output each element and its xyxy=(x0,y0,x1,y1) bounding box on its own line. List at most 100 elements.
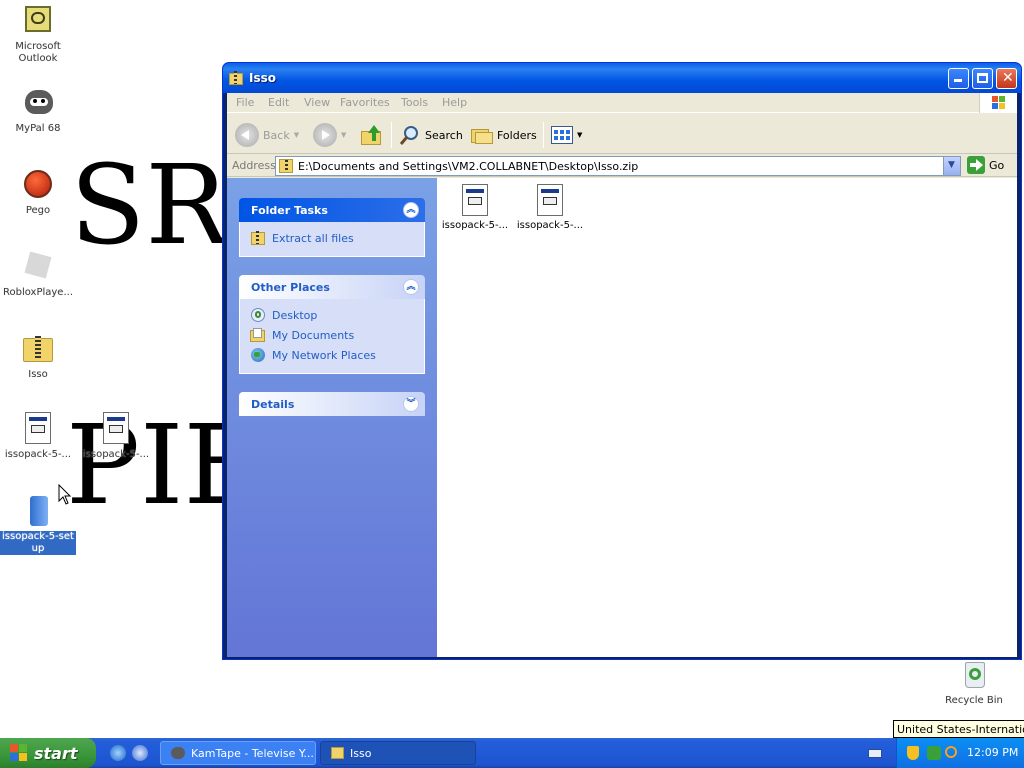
chevron-down-icon: ▼ xyxy=(948,160,955,170)
menu-bar: File Edit View Favorites Tools Help xyxy=(227,93,1017,113)
desktop-icon-label: Pego xyxy=(25,205,51,216)
my-network-places-link[interactable]: My Network Places xyxy=(250,345,414,365)
desktop-icon-recycle-bin[interactable]: Recycle Bin xyxy=(936,658,1012,707)
zip-folder-icon xyxy=(21,332,55,366)
other-places-panel: Other Places ︽ Desktop My Documents My N… xyxy=(239,275,425,374)
my-documents-link[interactable]: My Documents xyxy=(250,325,414,345)
language-tooltip: United States-International xyxy=(893,720,1024,738)
menu-tools[interactable]: Tools xyxy=(401,96,428,109)
back-button[interactable]: Back ▼ xyxy=(235,122,299,148)
toolbar: Back ▼ ▼ Search Folders ▼ xyxy=(227,114,1017,154)
file-label: issopack-5-... xyxy=(441,220,509,231)
taskbar-button-kamtape[interactable]: KamTape - Televise Y... xyxy=(160,741,316,765)
address-input[interactable]: E:\Documents and Settings\VM2.COLLABNET\… xyxy=(275,156,961,176)
search-icon[interactable] xyxy=(945,746,957,758)
search-button[interactable]: Search xyxy=(399,122,463,148)
address-path: E:\Documents and Settings\VM2.COLLABNET\… xyxy=(298,160,639,173)
desktop-icon-outlook[interactable]: Microsoft Outlook xyxy=(0,4,76,65)
details-header[interactable]: Details ︾ xyxy=(239,392,425,416)
address-dropdown-button[interactable]: ▼ xyxy=(943,157,960,175)
forward-arrow-icon xyxy=(313,123,337,147)
my-documents-label: My Documents xyxy=(272,328,355,342)
expand-chevron-icon[interactable]: ︾ xyxy=(403,396,419,412)
folder-tasks-body: Extract all files xyxy=(239,222,425,257)
desktop-icon-issopack-2[interactable]: issopack-5-... xyxy=(78,412,154,461)
search-label: Search xyxy=(425,128,463,142)
file-list[interactable]: issopack-5-... issopack-5-... xyxy=(437,178,1017,657)
keyboard-icon[interactable] xyxy=(868,749,882,758)
extract-all-files-link[interactable]: Extract all files xyxy=(250,228,414,248)
start-label: start xyxy=(34,743,78,763)
address-bar: Address E:\Documents and Settings\VM2.CO… xyxy=(227,155,1017,177)
window-title: Isso xyxy=(249,71,276,85)
mouse-cursor-icon xyxy=(58,484,72,505)
toolbar-separator xyxy=(391,122,392,148)
file-item[interactable]: issopack-5-... xyxy=(514,184,586,231)
minimize-button[interactable] xyxy=(948,68,969,89)
up-folder-icon xyxy=(361,125,383,145)
folders-button[interactable]: Folders xyxy=(471,122,537,148)
menu-file[interactable]: File xyxy=(236,96,254,109)
network-icon[interactable] xyxy=(927,746,941,760)
folder-tasks-panel: Folder Tasks ︽ Extract all files xyxy=(239,198,425,257)
desktop-icon-label: MyPal 68 xyxy=(15,123,61,134)
my-documents-icon xyxy=(250,327,266,343)
desktop-icon-label: issopack-5-set up xyxy=(0,531,76,555)
desktop-icon-label: RobloxPlaye... xyxy=(2,287,73,298)
desktop-icon-label: Microsoft Outlook xyxy=(15,41,61,64)
internet-explorer-icon[interactable] xyxy=(110,745,126,761)
start-button[interactable]: start xyxy=(0,738,96,768)
search-icon xyxy=(399,126,418,145)
other-places-body: Desktop My Documents My Network Places xyxy=(239,299,425,374)
desktop-icon-issopack-1[interactable]: issopack-5-... xyxy=(0,412,76,461)
desktop-icon-mypal[interactable]: MyPal 68 xyxy=(0,86,76,135)
security-shield-icon[interactable] xyxy=(907,746,919,760)
title-bar[interactable]: Isso ✕ xyxy=(223,63,1021,93)
desktop-link-label: Desktop xyxy=(272,308,318,322)
taskbar-button-label: KamTape - Televise Y... xyxy=(191,746,314,760)
views-button[interactable]: ▼ xyxy=(551,122,582,148)
desktop-icon-label: Recycle Bin xyxy=(945,695,1003,706)
desktop-icon-pego[interactable]: Pego xyxy=(0,168,76,217)
extract-all-files-label: Extract all files xyxy=(272,231,354,245)
file-label: issopack-5-... xyxy=(516,220,584,231)
executable-icon xyxy=(99,412,133,446)
desktop-link[interactable]: Desktop xyxy=(250,305,414,325)
mypal-raccoon-icon xyxy=(171,747,185,759)
menu-edit[interactable]: Edit xyxy=(268,96,289,109)
desktop-icon-label: Isso xyxy=(28,369,48,380)
desktop-icon-roblox[interactable]: RobloxPlaye... xyxy=(0,250,76,299)
folder-tasks-header[interactable]: Folder Tasks ︽ xyxy=(239,198,425,222)
menu-favorites[interactable]: Favorites xyxy=(340,96,390,109)
clock: 12:09 PM xyxy=(967,746,1019,759)
other-places-header[interactable]: Other Places ︽ xyxy=(239,275,425,299)
maximize-button[interactable] xyxy=(972,68,993,89)
desktop-icon-isso[interactable]: Isso xyxy=(0,332,76,381)
task-pane: Folder Tasks ︽ Extract all files Other P… xyxy=(227,178,437,657)
menu-view[interactable]: View xyxy=(304,96,330,109)
menu-help[interactable]: Help xyxy=(442,96,467,109)
up-folder-button[interactable] xyxy=(361,122,383,148)
go-button[interactable]: Go xyxy=(967,156,1004,174)
collapse-chevron-icon[interactable]: ︽ xyxy=(403,202,419,218)
close-button[interactable]: ✕ xyxy=(996,68,1017,89)
taskbar-button-isso[interactable]: Isso xyxy=(320,741,476,765)
roblox-icon xyxy=(21,250,55,284)
executable-icon xyxy=(21,412,55,446)
desktop-icon-label: issopack-5-... xyxy=(82,449,150,460)
browser-quicklaunch-icon[interactable] xyxy=(132,745,148,761)
forward-button[interactable]: ▼ xyxy=(313,122,346,148)
file-item[interactable]: issopack-5-... xyxy=(439,184,511,231)
toolbar-separator xyxy=(543,122,544,148)
explorer-window[interactable]: Isso ✕ File Edit View Favorites Tools He… xyxy=(222,62,1022,660)
details-title: Details xyxy=(251,398,295,411)
collapse-chevron-icon[interactable]: ︽ xyxy=(403,279,419,295)
windows-logo-icon xyxy=(979,93,1017,113)
windows-flag-icon xyxy=(10,744,28,762)
executable-icon xyxy=(537,184,563,216)
back-arrow-icon xyxy=(235,123,259,147)
go-label: Go xyxy=(989,158,1005,172)
folders-label: Folders xyxy=(497,128,537,142)
zip-folder-icon xyxy=(279,159,293,173)
system-tray: 12:09 PM xyxy=(896,738,1024,768)
